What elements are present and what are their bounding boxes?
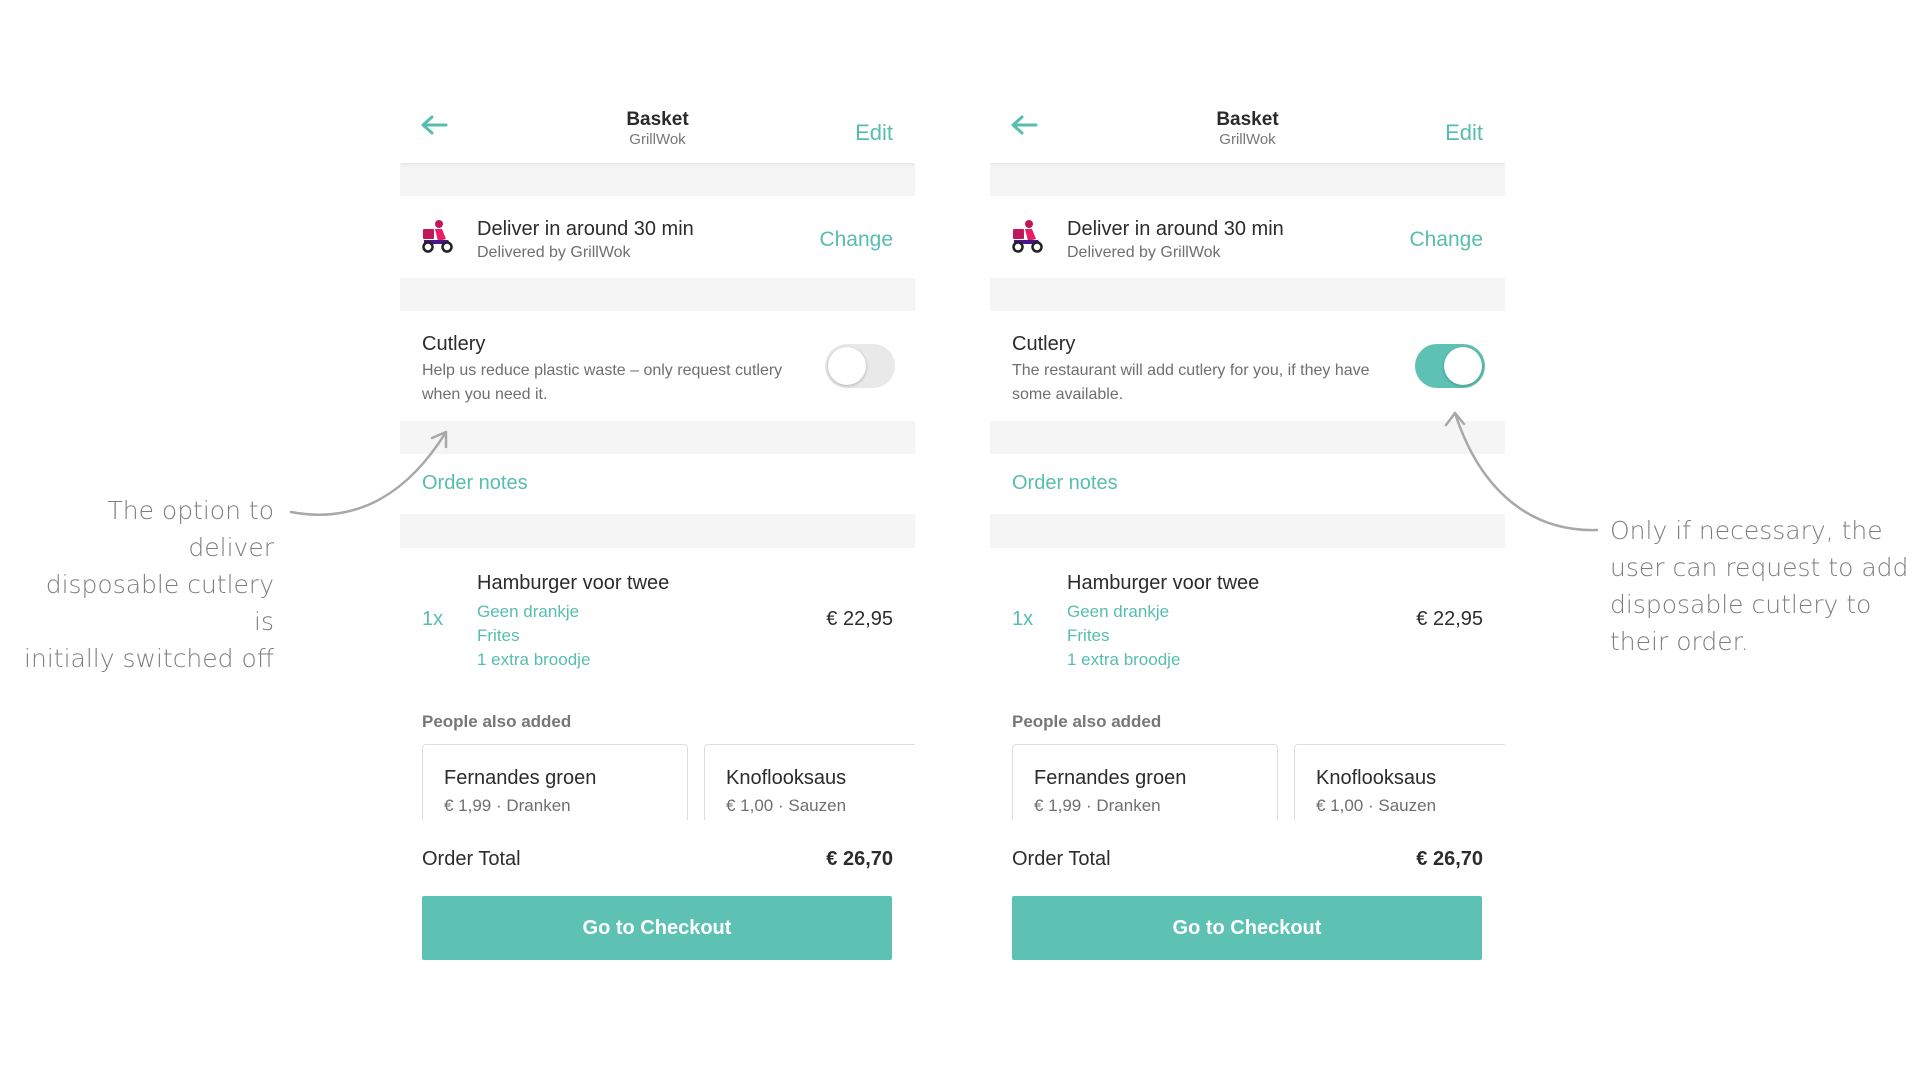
delivery-row: Deliver in around 30 min Delivered by Gr… — [400, 196, 915, 278]
section-divider — [400, 163, 915, 196]
item-options: Geen drankje Frites 1 extra broodje — [1067, 600, 1180, 672]
annotation-line: Only if necessary, the — [1610, 516, 1883, 545]
item-quantity: 1x — [1012, 608, 1034, 630]
suggestion-card[interactable]: Knoflooksaus € 1,00 · Sauzen — [704, 744, 915, 820]
header-bar: Basket GrillWok Edit — [400, 92, 915, 163]
section-divider — [400, 421, 915, 454]
annotation-right: Only if necessary, the user can request … — [1610, 512, 1910, 660]
item-name: Hamburger voor twee — [477, 572, 670, 594]
item-option: Frites — [1067, 626, 1110, 645]
phone-screen-cutlery-off: Basket GrillWok Edit Deliver in around 3… — [400, 92, 915, 980]
item-name: Hamburger voor twee — [1067, 572, 1260, 594]
section-divider — [990, 421, 1505, 454]
suggestion-meta: € 1,00 · Sauzen — [726, 796, 847, 815]
change-delivery-button[interactable]: Change — [819, 228, 893, 252]
suggestion-meta: € 1,00 · Sauzen — [1316, 796, 1437, 815]
annotation-left: The option to deliver disposable cutlery… — [24, 492, 274, 677]
order-notes-row[interactable]: Order notes — [400, 454, 915, 514]
suggestion-name: Knoflooksaus — [726, 767, 847, 789]
item-options: Geen drankje Frites 1 extra broodje — [477, 600, 590, 672]
header-bar: Basket GrillWok Edit — [990, 92, 1505, 163]
edit-button[interactable]: Edit — [1445, 120, 1483, 146]
suggestion-name: Fernandes groen — [444, 767, 597, 789]
cutlery-description: Help us reduce plastic waste – only requ… — [422, 362, 783, 403]
phone-screen-cutlery-on: Basket GrillWok Edit Deliver in around 3… — [990, 92, 1505, 980]
suggestion-meta: € 1,99 · Dranken — [444, 796, 571, 815]
people-also-added-title: People also added — [422, 712, 572, 731]
page-title: Basket — [626, 109, 689, 130]
item-option: Geen drankje — [1067, 602, 1170, 621]
order-notes-row[interactable]: Order notes — [990, 454, 1505, 514]
suggestion-card[interactable]: Fernandes groen € 1,99 · Dranken — [422, 744, 688, 820]
order-notes-link[interactable]: Order notes — [422, 472, 528, 495]
order-notes-link[interactable]: Order notes — [1012, 472, 1118, 495]
order-total-value: € 26,70 — [826, 848, 893, 870]
item-option: 1 extra broodje — [1067, 650, 1181, 669]
cutlery-description: The restaurant will add cutlery for you,… — [1012, 362, 1370, 403]
section-divider — [990, 514, 1505, 548]
basket-item[interactable]: 1x Hamburger voor twee Geen drankje Frit… — [400, 548, 915, 678]
suggestion-name: Fernandes groen — [1034, 767, 1187, 789]
people-also-added-title: People also added — [1012, 712, 1162, 731]
annotation-line: their order. — [1610, 627, 1749, 656]
scooter-icon — [1010, 219, 1046, 253]
item-quantity: 1x — [422, 608, 444, 630]
toggle-knob — [1444, 347, 1482, 385]
cutlery-toggle[interactable] — [1415, 344, 1485, 388]
restaurant-subtitle: GrillWok — [1219, 131, 1276, 148]
delivery-row: Deliver in around 30 min Delivered by Gr… — [990, 196, 1505, 278]
basket-item[interactable]: 1x Hamburger voor twee Geen drankje Frit… — [990, 548, 1505, 678]
cutlery-row: Cutlery Help us reduce plastic waste – o… — [400, 311, 915, 421]
change-delivery-button[interactable]: Change — [1409, 228, 1483, 252]
delivery-time: Deliver in around 30 min — [1067, 218, 1284, 240]
section-divider — [400, 514, 915, 548]
delivery-time: Deliver in around 30 min — [477, 218, 694, 240]
section-divider — [990, 163, 1505, 196]
toggle-knob — [828, 347, 866, 385]
cutlery-toggle[interactable] — [825, 344, 895, 388]
annotation-line: user can request to add — [1610, 553, 1909, 582]
annotation-line: disposable cutlery to — [1610, 590, 1872, 619]
order-total-label: Order Total — [422, 848, 521, 870]
edit-button[interactable]: Edit — [855, 120, 893, 146]
order-total-value: € 26,70 — [1416, 848, 1483, 870]
suggestion-carousel[interactable]: Fernandes groen € 1,99 · Dranken Knofloo… — [1012, 744, 1505, 820]
delivery-provider: Delivered by GrillWok — [1067, 244, 1221, 261]
checkout-button[interactable]: Go to Checkout — [422, 896, 892, 960]
item-option: Frites — [477, 626, 520, 645]
restaurant-subtitle: GrillWok — [629, 131, 686, 148]
section-divider — [400, 278, 915, 311]
page-title: Basket — [1216, 109, 1279, 130]
cutlery-title: Cutlery — [422, 333, 486, 355]
order-total-label: Order Total — [1012, 848, 1111, 870]
cutlery-title: Cutlery — [1012, 333, 1076, 355]
suggestion-name: Knoflooksaus — [1316, 767, 1437, 789]
delivery-provider: Delivered by GrillWok — [477, 244, 631, 261]
checkout-button[interactable]: Go to Checkout — [1012, 896, 1482, 960]
cutlery-row: Cutlery The restaurant will add cutlery … — [990, 311, 1505, 421]
annotation-line: The option to deliver — [107, 496, 274, 562]
item-price: € 22,95 — [826, 608, 893, 630]
suggestion-card[interactable]: Fernandes groen € 1,99 · Dranken — [1012, 744, 1278, 820]
suggestion-meta: € 1,99 · Dranken — [1034, 796, 1161, 815]
annotation-line: initially switched off — [24, 644, 274, 673]
suggestion-card[interactable]: Knoflooksaus € 1,00 · Sauzen — [1294, 744, 1505, 820]
item-price: € 22,95 — [1416, 608, 1483, 630]
item-option: 1 extra broodje — [477, 650, 591, 669]
section-divider — [990, 278, 1505, 311]
item-option: Geen drankje — [477, 602, 580, 621]
annotation-line: disposable cutlery is — [45, 570, 274, 636]
scooter-icon — [420, 219, 456, 253]
suggestion-carousel[interactable]: Fernandes groen € 1,99 · Dranken Knofloo… — [422, 744, 915, 820]
